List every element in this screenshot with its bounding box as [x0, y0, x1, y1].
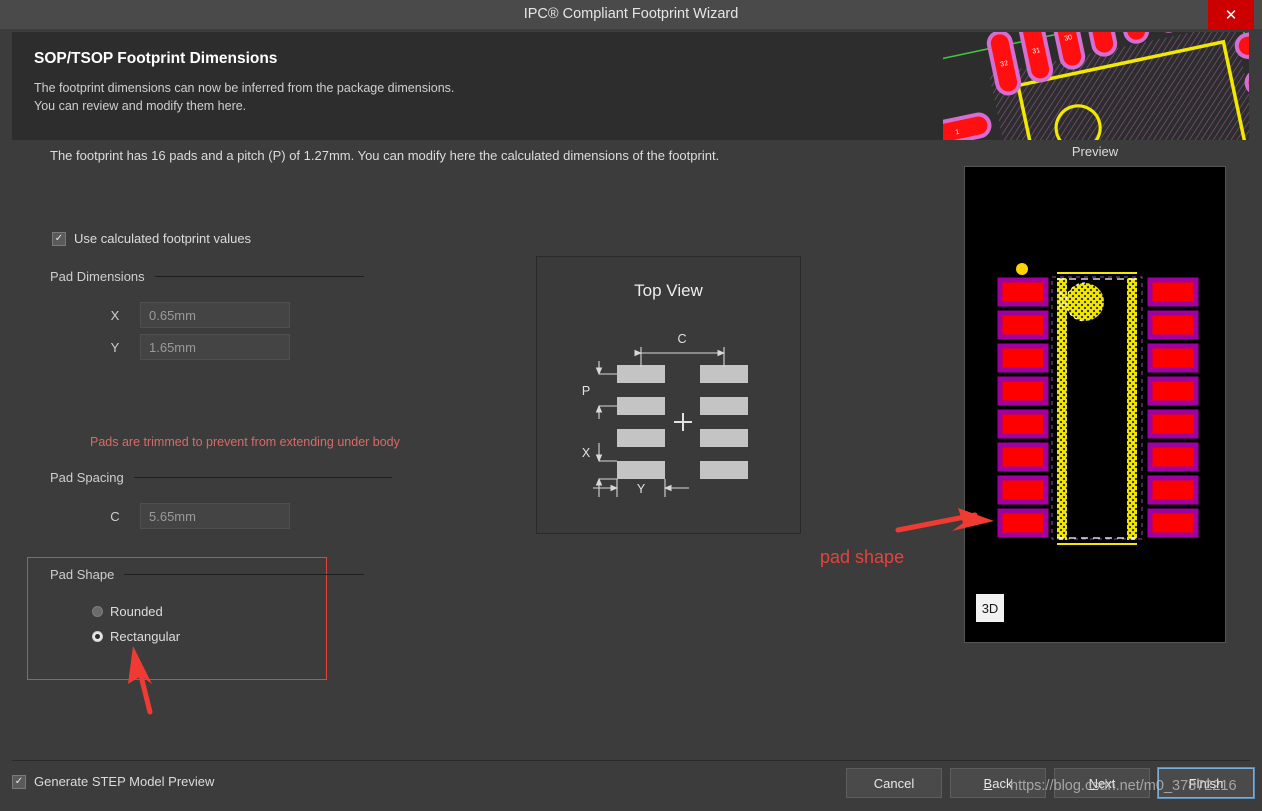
dim-label-y: Y [637, 482, 646, 496]
back-button-accel: B [983, 775, 993, 791]
radio-selected-icon [92, 631, 103, 642]
field-label-y: Y [110, 339, 120, 355]
title-bar: IPC® Compliant Footprint Wizard ✕ [0, 0, 1262, 29]
dim-label-x: X [582, 446, 591, 460]
use-calculated-footprint-values-checkbox[interactable]: ✓ Use calculated footprint values [52, 231, 251, 246]
pin1-marker [1016, 263, 1028, 275]
dim-label-c: C [677, 332, 686, 346]
use-calculated-label: Use calculated footprint values [74, 231, 252, 246]
generate-step-model-preview-checkbox[interactable]: ✓ Generate STEP Model Preview [12, 774, 214, 789]
pad-shape-option-rounded[interactable]: Rounded [92, 604, 163, 619]
pcb-header-illustration: 32 31 30 29 28 27 26 1 [943, 32, 1249, 140]
top-view-diagram: Top View C P X Y [536, 256, 801, 534]
field-label-x: X [110, 307, 120, 323]
footprint-preview-canvas[interactable]: 3D [964, 166, 1226, 643]
preview-pads-left [997, 277, 1049, 538]
silkscreen-left [1057, 278, 1067, 540]
silkscreen-right [1127, 278, 1137, 540]
watermark-text: https://blog.csdn.net/m0_37872216 [1010, 778, 1237, 794]
section-divider [124, 574, 364, 575]
pad-shape-rectangular-label: Rectangular [110, 629, 181, 644]
intro-text: The footprint has 16 pads and a pitch (P… [50, 148, 720, 163]
section-divider [154, 276, 364, 277]
preview-label: Preview [1071, 144, 1119, 159]
pad-dimensions-section-header: Pad Dimensions [50, 269, 364, 284]
pad-dimension-x-row: X 0.65mm [90, 302, 290, 328]
page-subtitle-line2: You can review and modify them here. [34, 99, 247, 113]
pad-dimension-y-row: Y 1.65mm [90, 334, 290, 360]
radio-icon [92, 606, 103, 617]
pad-dimension-y-input[interactable]: 1.65mm [140, 334, 290, 360]
pad-shape-label: Pad Shape [50, 567, 115, 582]
checkmark-icon: ✓ [12, 774, 26, 789]
pad-spacing-label: Pad Spacing [50, 470, 124, 485]
pad-shape-option-rectangular[interactable]: Rectangular [92, 629, 180, 644]
field-label-c: C [110, 508, 120, 524]
annotation-pad-shape-text: pad shape [820, 547, 905, 567]
page-subtitle: The footprint dimensions can now be infe… [34, 79, 454, 115]
window-title: IPC® Compliant Footprint Wizard [523, 6, 739, 22]
page-title: SOP/TSOP Footprint Dimensions [34, 50, 278, 67]
pad-dimensions-label: Pad Dimensions [50, 269, 145, 284]
generate-step-label: Generate STEP Model Preview [34, 774, 215, 789]
body-courtyard-dashed [1057, 278, 1137, 539]
close-icon[interactable]: ✕ [1208, 0, 1254, 29]
checkmark-icon: ✓ [52, 231, 66, 246]
preview-pads-right [1147, 277, 1199, 538]
pad-shape-section-header: Pad Shape [50, 567, 364, 582]
dim-label-p: P [582, 384, 590, 398]
footer-divider [12, 760, 1250, 761]
page-subtitle-line1: The footprint dimensions can now be infe… [34, 81, 455, 95]
pad-trim-warning: Pads are trimmed to prevent from extendi… [90, 435, 400, 449]
section-divider [133, 477, 392, 478]
view-3d-button[interactable]: 3D [976, 594, 1004, 622]
pad-spacing-section-header: Pad Spacing [50, 470, 392, 485]
pad-dimension-x-input[interactable]: 0.65mm [140, 302, 290, 328]
header-banner: SOP/TSOP Footprint Dimensions The footpr… [12, 32, 1249, 140]
footprint-wizard-dialog: IPC® Compliant Footprint Wizard ✕ SOP/TS… [0, 0, 1262, 811]
pad-spacing-c-row: C 5.65mm [90, 503, 290, 529]
cancel-button[interactable]: Cancel [846, 768, 942, 798]
pad-spacing-c-input[interactable]: 5.65mm [140, 503, 290, 529]
pad-shape-rounded-label: Rounded [110, 604, 163, 619]
